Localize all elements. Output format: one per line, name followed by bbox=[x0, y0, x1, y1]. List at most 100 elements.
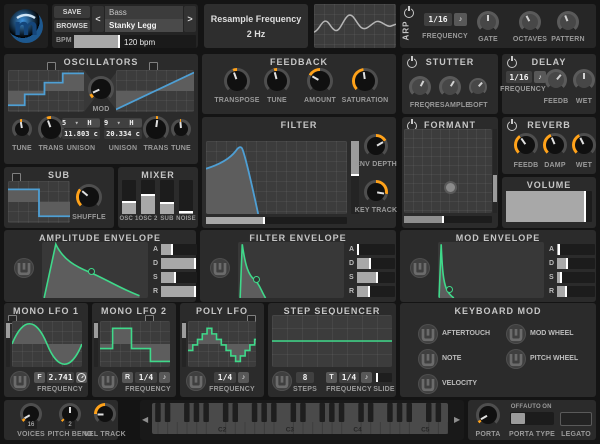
sub-wave-display[interactable] bbox=[8, 181, 70, 223]
step-seq-sync-note-icon[interactable]: ♪ bbox=[361, 372, 372, 383]
reverb-wet-knob[interactable] bbox=[572, 133, 596, 157]
osc1-unison-count[interactable]: 5 bbox=[62, 119, 75, 127]
prev-patch-button[interactable]: < bbox=[92, 6, 104, 32]
filter-env-release-slider[interactable] bbox=[357, 286, 395, 297]
mixer-osc2-slider[interactable] bbox=[141, 180, 155, 214]
pitch-wheel-mod-source-handle[interactable] bbox=[506, 349, 526, 369]
formant-y-slider[interactable] bbox=[493, 129, 497, 213]
aftertouch-mod-source-handle[interactable] bbox=[418, 324, 438, 344]
filter-key-track-knob[interactable] bbox=[364, 180, 388, 204]
filter-env-sustain-slider[interactable] bbox=[357, 272, 395, 283]
formant-x-slider[interactable] bbox=[404, 216, 492, 223]
osc2-unison-detune[interactable]: 20.334 c bbox=[104, 129, 142, 139]
legato-toggle[interactable] bbox=[560, 412, 592, 426]
osc2-unison-voices[interactable]: 9▾H bbox=[104, 118, 142, 128]
lfo2-mode-button[interactable]: R bbox=[122, 372, 133, 383]
delay-wet-knob[interactable] bbox=[573, 69, 595, 91]
delay-frequency-value[interactable]: 1/16 bbox=[506, 71, 532, 83]
poly-lfo-amplitude-slider[interactable] bbox=[182, 321, 186, 367]
lfo1-mode-button[interactable]: F bbox=[34, 372, 45, 383]
sub-shuffle-knob[interactable] bbox=[76, 184, 102, 210]
amp-env-release-slider[interactable] bbox=[161, 286, 197, 297]
mod-env-sustain-slider[interactable] bbox=[557, 272, 595, 283]
step-sequencer-display[interactable] bbox=[272, 315, 392, 367]
patch-folder-field[interactable]: Bass bbox=[105, 6, 183, 19]
filter-env-attack-slider[interactable] bbox=[357, 244, 395, 255]
feedback-amount-knob[interactable] bbox=[307, 68, 333, 94]
step-seq-steps-value[interactable]: 8 bbox=[296, 372, 314, 383]
delay-feedback-knob[interactable] bbox=[545, 69, 567, 91]
feedback-tune-knob[interactable] bbox=[264, 68, 290, 94]
velocity-mod-source-handle[interactable] bbox=[418, 374, 438, 394]
mixer-noise-slider[interactable] bbox=[179, 180, 193, 214]
amp-env-decay-slider[interactable] bbox=[161, 258, 197, 269]
lfo1-frequency-value[interactable]: 2.741 bbox=[47, 372, 74, 383]
vel-track-knob[interactable] bbox=[94, 403, 116, 425]
arp-power-icon[interactable] bbox=[404, 8, 414, 18]
osc2-unison-count[interactable]: 9 bbox=[104, 119, 117, 127]
browse-button[interactable]: BROWSE bbox=[54, 20, 90, 32]
poly-lfo-wave-display[interactable] bbox=[188, 321, 256, 367]
osc1-wave-display[interactable] bbox=[8, 70, 84, 112]
osc1-unison-voices[interactable]: 5▾H bbox=[62, 118, 100, 128]
reverb-feedback-knob[interactable] bbox=[514, 133, 538, 157]
lfo1-wave-display[interactable] bbox=[12, 321, 82, 367]
feedback-transpose-knob[interactable] bbox=[224, 68, 250, 94]
osc2-wave-display[interactable] bbox=[116, 70, 194, 112]
lfo1-clock-icon[interactable] bbox=[76, 372, 87, 383]
amp-envelope-display[interactable] bbox=[42, 242, 148, 298]
formant-xy-handle[interactable] bbox=[444, 181, 457, 194]
mixer-osc1-slider[interactable] bbox=[122, 180, 136, 214]
lfo1-amplitude-slider[interactable] bbox=[6, 321, 10, 367]
arp-octaves-knob[interactable] bbox=[519, 11, 541, 33]
amp-env-mod-source-handle[interactable] bbox=[14, 258, 34, 278]
cross-mod-knob[interactable] bbox=[88, 76, 114, 102]
mod-wheel-mod-source-handle[interactable] bbox=[506, 324, 526, 344]
formant-xy-pad[interactable] bbox=[404, 129, 492, 213]
patch-name-field[interactable]: Stanky Legg bbox=[105, 19, 183, 32]
filter-cutoff-slider[interactable] bbox=[206, 217, 347, 224]
lfo2-mod-source-handle[interactable] bbox=[98, 371, 118, 391]
amp-env-attack-slider[interactable] bbox=[161, 244, 197, 255]
note-mod-source-handle[interactable] bbox=[418, 349, 438, 369]
poly-lfo-sync-note-icon[interactable]: ♪ bbox=[238, 372, 249, 383]
osc1-unison-detune[interactable]: 11.803 c bbox=[62, 129, 100, 139]
filter-env-mod-source-handle[interactable] bbox=[210, 258, 230, 278]
save-button[interactable]: SAVE bbox=[54, 6, 90, 18]
stutter-resample-knob[interactable] bbox=[439, 76, 461, 98]
mod-env-mod-source-handle[interactable] bbox=[410, 258, 430, 278]
keyboard-scroll-left-icon[interactable]: ◀ bbox=[142, 415, 148, 424]
porta-type-switch-handle[interactable] bbox=[511, 413, 525, 424]
osc1-tune-knob[interactable] bbox=[12, 119, 32, 139]
filter-envelope-display[interactable] bbox=[238, 242, 344, 298]
feedback-saturation-knob[interactable] bbox=[352, 68, 378, 94]
porta-knob[interactable] bbox=[476, 403, 500, 427]
step-seq-mode-button[interactable]: T bbox=[326, 372, 337, 383]
mod-envelope-display[interactable] bbox=[438, 242, 544, 298]
lfo1-mod-source-handle[interactable] bbox=[10, 371, 30, 391]
stutter-soft-knob[interactable] bbox=[469, 78, 487, 96]
osc2-tune-knob[interactable] bbox=[171, 119, 191, 139]
stutter-freq-knob[interactable] bbox=[409, 76, 431, 98]
arp-frequency-value[interactable]: 1/16 bbox=[424, 13, 452, 26]
arp-sync-note-icon[interactable]: ♪ bbox=[454, 13, 467, 26]
arp-pattern-knob[interactable] bbox=[557, 11, 579, 33]
chevron-down-icon[interactable]: ▾ bbox=[75, 119, 88, 127]
lfo2-wave-display[interactable] bbox=[100, 321, 170, 367]
lfo2-sync-note-icon[interactable]: ♪ bbox=[159, 372, 170, 383]
mixer-sub-slider[interactable] bbox=[160, 180, 174, 214]
next-patch-button[interactable]: > bbox=[184, 6, 196, 32]
lfo2-amplitude-slider[interactable] bbox=[94, 321, 98, 367]
lfo2-frequency-value[interactable]: 1/4 bbox=[135, 372, 157, 383]
filter-env-decay-slider[interactable] bbox=[357, 258, 395, 269]
poly-lfo-mod-source-handle[interactable] bbox=[186, 371, 206, 391]
porta-type-switch[interactable] bbox=[510, 412, 554, 425]
mod-env-release-slider[interactable] bbox=[557, 286, 595, 297]
osc2-harmonize-button[interactable]: H bbox=[129, 119, 142, 127]
filter-response-display[interactable] bbox=[206, 141, 347, 214]
filter-env-depth-knob[interactable] bbox=[364, 134, 388, 158]
keyboard-keys[interactable]: C2 C3 C4 C5 bbox=[152, 403, 448, 437]
chevron-down-icon[interactable]: ▾ bbox=[117, 119, 130, 127]
osc1-harmonize-button[interactable]: H bbox=[87, 119, 100, 127]
filter-envelope-node[interactable] bbox=[253, 276, 260, 283]
